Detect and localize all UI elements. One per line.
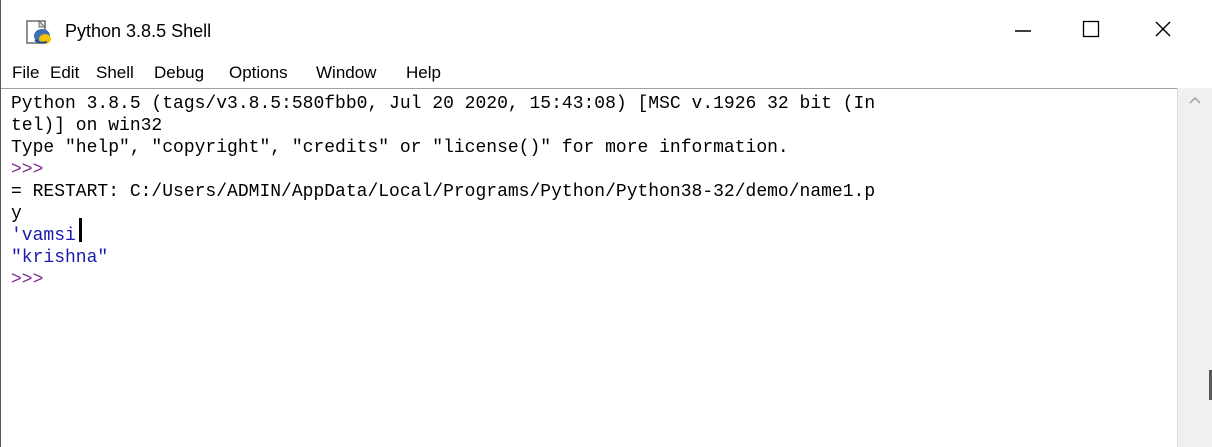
menu-edit[interactable]: Edit [50, 63, 79, 83]
minimize-icon [1015, 30, 1031, 32]
banner-line: Type "help", "copyright", "credits" or "… [11, 138, 789, 158]
window-title: Python 3.8.5 Shell [65, 21, 212, 41]
output-line: "krishna" [11, 248, 109, 268]
shell-text-area[interactable]: Python 3.8.5 (tags/v3.8.5:580fbb0, Jul 2… [1, 88, 1177, 447]
title-bar[interactable]: Python 3.8.5 Shell [1, 0, 1212, 58]
close-button[interactable] [1131, 0, 1195, 58]
banner-line: tel)] on win32 [11, 116, 163, 136]
menu-window[interactable]: Window [316, 63, 376, 83]
python-idle-icon [26, 20, 51, 44]
maximize-button[interactable] [1059, 0, 1123, 58]
restart-line: y [11, 204, 22, 224]
vertical-scrollbar[interactable] [1177, 88, 1212, 447]
menu-bar: File Edit Shell Debug Options Window Hel… [1, 58, 1212, 88]
shell-prompt: >>> [11, 270, 55, 290]
chevron-up-icon [1189, 96, 1201, 104]
menu-file[interactable]: File [12, 63, 39, 83]
menu-debug[interactable]: Debug [154, 63, 204, 83]
text-cursor [79, 218, 82, 242]
restart-line: = RESTART: C:/Users/ADMIN/AppData/Local/… [11, 182, 876, 202]
banner-line: Python 3.8.5 (tags/v3.8.5:580fbb0, Jul 2… [11, 94, 876, 114]
output-line: 'vamsi' [11, 226, 87, 246]
shell-prompt: >>> [11, 160, 55, 180]
maximize-icon [1082, 20, 1100, 38]
menu-shell[interactable]: Shell [96, 63, 134, 83]
scroll-up-button[interactable] [1178, 88, 1212, 112]
menu-options[interactable]: Options [229, 63, 288, 83]
minimize-button[interactable] [991, 0, 1055, 58]
menu-help[interactable]: Help [406, 63, 441, 83]
close-icon [1155, 21, 1171, 37]
idle-shell-window: Python 3.8.5 Shell File Edit Shell Debug… [0, 0, 1212, 447]
